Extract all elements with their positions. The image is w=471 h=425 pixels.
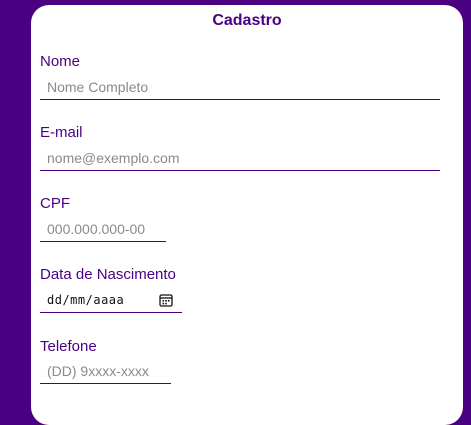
cpf-label: CPF (40, 195, 70, 212)
telefone-label: Telefone (40, 338, 97, 355)
email-input[interactable] (40, 145, 440, 171)
cpf-input[interactable] (40, 216, 166, 242)
nascimento-date-format: dd/mm/aaaa (47, 292, 125, 307)
email-label: E-mail (40, 124, 83, 141)
registration-form-card: Cadastro Nome E-mail CPF Data de Nascime… (31, 5, 463, 425)
nascimento-label: Data de Nascimento (40, 266, 176, 283)
form-title: Cadastro (212, 12, 282, 29)
telefone-input[interactable] (40, 358, 171, 384)
nascimento-date-input[interactable]: dd/mm/aaaa (40, 287, 182, 313)
nome-label: Nome (40, 53, 81, 70)
calendar-icon[interactable] (159, 293, 173, 307)
nome-input[interactable] (40, 74, 440, 100)
